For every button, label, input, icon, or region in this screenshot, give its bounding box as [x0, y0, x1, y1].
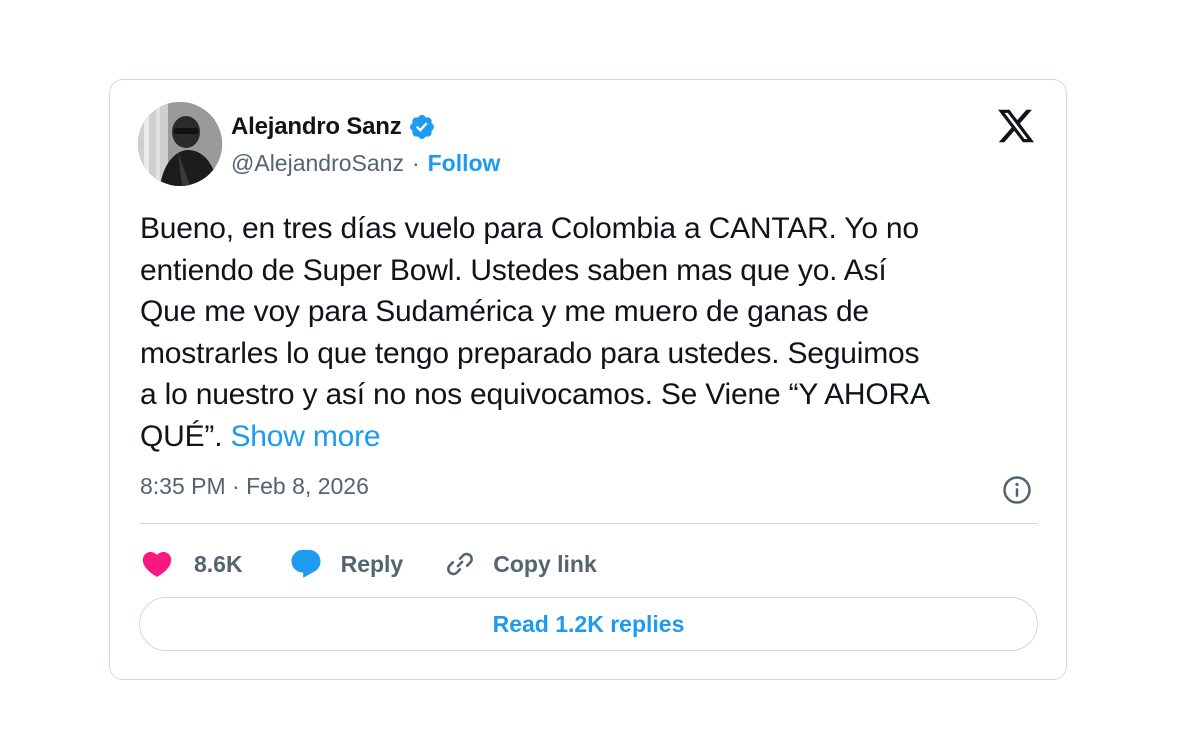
show-more-link[interactable]: Show more	[230, 420, 380, 453]
like-button[interactable]: 8.6K	[140, 547, 243, 581]
action-bar: 8.6K Reply Copy link	[140, 542, 597, 586]
tweet-body: Bueno, en tres días vuelo para Colombia …	[140, 212, 930, 453]
tweet-card: Alejandro Sanz @AlejandroSanz · Follow B…	[109, 79, 1067, 680]
tweet-text: Bueno, en tres días vuelo para Colombia …	[140, 208, 1040, 457]
reply-label: Reply	[340, 550, 404, 577]
separator-dot: ·	[411, 149, 420, 176]
tweet-timestamp[interactable]: 8:35 PM · Feb 8, 2026	[140, 473, 369, 500]
x-logo-icon[interactable]	[996, 106, 1036, 146]
copy-link-label: Copy link	[493, 550, 597, 577]
verified-badge-icon	[409, 115, 434, 139]
reply-button[interactable]: Reply	[289, 547, 404, 581]
like-count: 8.6K	[194, 550, 243, 577]
author-display-name[interactable]: Alejandro Sanz	[231, 113, 402, 141]
info-icon[interactable]	[1002, 475, 1032, 505]
author-handle-row: @AlejandroSanz · Follow	[231, 146, 500, 180]
divider	[140, 523, 1038, 524]
copy-link-button[interactable]: Copy link	[443, 547, 597, 581]
author-name-row: Alejandro Sanz	[231, 110, 436, 144]
author-handle[interactable]: @AlejandroSanz	[231, 150, 404, 177]
read-replies-button[interactable]: Read 1.2K replies	[139, 597, 1038, 651]
follow-button[interactable]: Follow	[428, 150, 501, 177]
heart-icon	[142, 551, 172, 577]
avatar-image	[138, 102, 222, 186]
avatar[interactable]	[138, 102, 222, 186]
reply-bubble-icon	[291, 549, 321, 578]
link-icon	[447, 552, 474, 576]
